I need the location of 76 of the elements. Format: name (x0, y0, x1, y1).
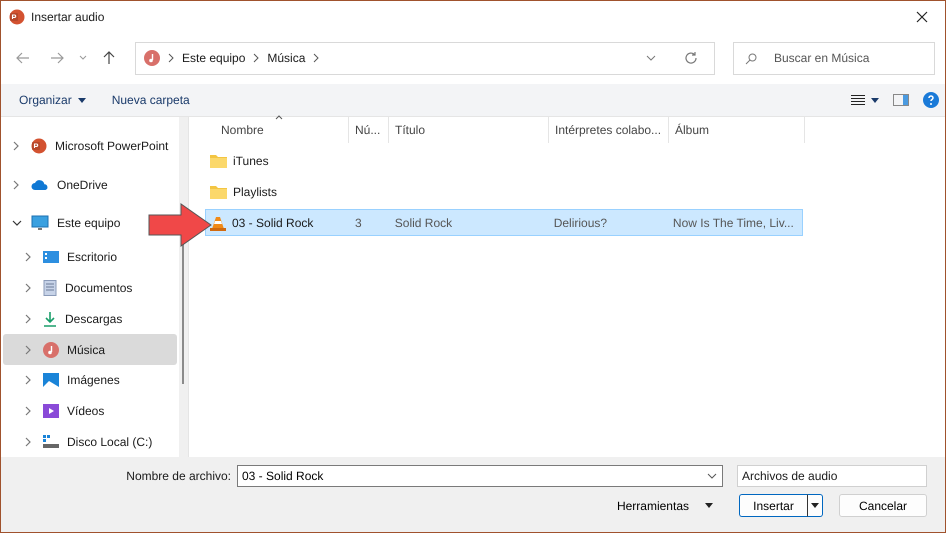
caret-icon (811, 503, 819, 508)
caret-icon (78, 98, 86, 102)
powerpoint-icon (31, 138, 47, 154)
monitor-icon (31, 214, 49, 231)
forward-arrow-icon (50, 52, 64, 64)
sidebar-item[interactable]: OneDrive (3, 165, 112, 204)
sort-caret-icon (275, 115, 283, 120)
up-arrow-icon (103, 51, 115, 65)
file-row[interactable]: iTunes (205, 147, 803, 174)
chevron-icon (253, 53, 260, 63)
filename-label: Nombre de archivo: (126, 469, 231, 483)
chevron-icon (313, 53, 320, 63)
file-row[interactable]: Playlists (205, 178, 803, 205)
insert-dropdown-button[interactable] (807, 494, 823, 517)
file-name: iTunes (233, 154, 269, 168)
sidebar-item[interactable]: Imágenes (3, 364, 124, 396)
chevron-icon (168, 53, 174, 63)
file-name: Playlists (233, 184, 278, 198)
download-icon (43, 310, 57, 327)
new-folder-button[interactable]: Nueva carpeta (106, 90, 196, 110)
music-icon (144, 50, 160, 66)
file-type-dropdown[interactable]: Archivos de audio (737, 465, 927, 487)
sidebar-item[interactable]: Documentos (3, 272, 136, 304)
file-name: 03 - Solid Rock (232, 216, 314, 230)
table-cell-text: Delirious? (552, 216, 608, 230)
music-icon (43, 342, 59, 358)
image-icon (43, 373, 59, 388)
breadcrumb[interactable]: Este equipo (182, 51, 246, 65)
view-list-icon[interactable] (851, 95, 865, 105)
cone-icon (210, 214, 226, 230)
history-dropdown-icon[interactable] (79, 55, 87, 61)
column-header[interactable]: Nombre (205, 117, 349, 143)
back-arrow-icon (16, 52, 30, 64)
sidebar-item[interactable]: Vídeos (3, 396, 108, 426)
cancel-button[interactable]: Cancelar (839, 494, 927, 517)
sidebar-item[interactable]: Disco Local (C:) (3, 426, 156, 458)
dropdown-icon[interactable] (707, 473, 717, 479)
table-cell-text: Now Is The Time, Liv... (672, 216, 795, 230)
cloud-icon (31, 178, 49, 191)
caret-icon[interactable] (871, 98, 879, 102)
preview-pane-icon[interactable] (893, 94, 909, 106)
search-field[interactable]: Buscar en Música (733, 42, 935, 74)
insert-button[interactable]: Insertar (739, 494, 807, 517)
close-icon (916, 10, 928, 22)
powerpoint-icon (9, 8, 25, 24)
breadcrumb[interactable]: Música (267, 51, 306, 65)
column-header[interactable]: Nú... (349, 117, 389, 143)
sidebar-item[interactable]: Microsoft PowerPoint (3, 127, 172, 166)
video-icon (43, 404, 59, 418)
sidebar-item[interactable]: Escritorio (3, 242, 122, 273)
organize-button[interactable]: Organizar (13, 90, 92, 110)
drive-icon (43, 434, 59, 449)
help-icon[interactable] (923, 92, 939, 108)
document-icon (43, 280, 57, 296)
search-icon (745, 52, 757, 64)
column-header[interactable]: Álbum (669, 117, 805, 143)
folder-icon (210, 184, 227, 198)
arrow-drawing (148, 203, 212, 247)
tools-button[interactable]: Herramientas (610, 498, 719, 514)
table-cell-text: 3 (354, 216, 363, 230)
file-row[interactable]: 03 - Solid Rock 3 Solid Rock Delirious? Now Is The Time, Liv... (205, 209, 803, 236)
column-header[interactable]: Intérpretes colabo... (549, 117, 669, 143)
sidebar-item[interactable]: Música (3, 334, 177, 365)
sidebar-item[interactable]: Descargas (3, 304, 126, 334)
window-title: Insertar audio (31, 10, 106, 24)
desktop-icon (43, 250, 59, 264)
dropdown-icon[interactable] (646, 55, 656, 61)
folder-icon (210, 154, 227, 168)
column-header[interactable]: Título (389, 117, 549, 143)
caret-icon (705, 503, 713, 508)
table-cell-text: Solid Rock (394, 216, 454, 230)
sidebar-item[interactable]: Este equipo (3, 204, 124, 242)
filename-field[interactable]: 03 - Solid Rock (237, 465, 723, 487)
scrollbar[interactable] (179, 117, 189, 457)
address-bar[interactable]: Este equipo Música (135, 42, 715, 74)
refresh-icon[interactable] (684, 51, 698, 65)
